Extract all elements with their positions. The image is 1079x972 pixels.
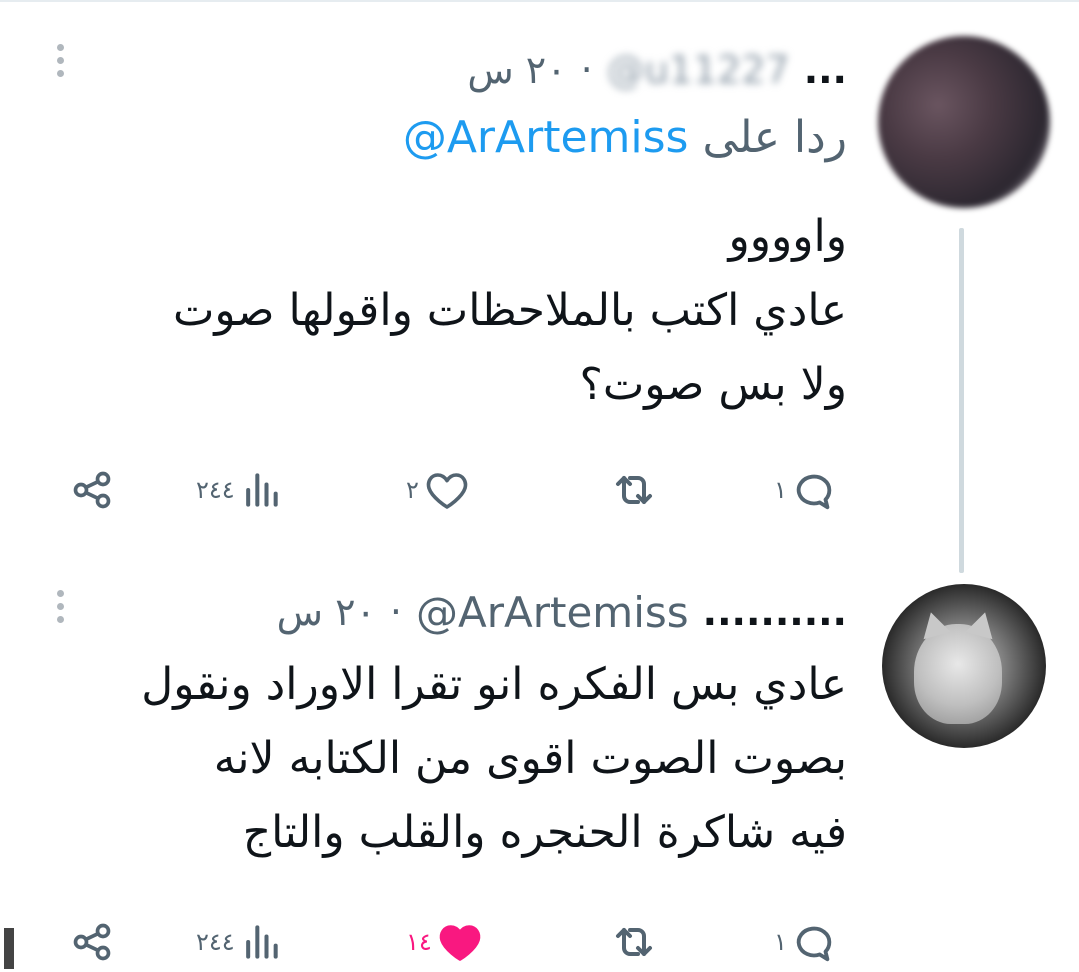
more-vertical-icon[interactable]	[52, 590, 68, 623]
user-handle[interactable]: @ArArtemiss	[416, 588, 689, 637]
views-count: ٢٤٤	[196, 928, 235, 956]
retweet-icon	[616, 476, 652, 504]
tweet-actions: ٢٤٤ ١٤ ١	[70, 912, 860, 972]
reply-button[interactable]: ١	[774, 460, 837, 520]
like-button[interactable]: ١٤	[406, 912, 484, 972]
tweet-text-line: فيه شاكرة الحنجره والقلب والتاج	[242, 807, 847, 858]
like-count: ١٤	[406, 928, 432, 956]
tweet-text-line: واوووو	[728, 211, 847, 262]
reply-count: ١	[774, 928, 787, 956]
replying-to-mention[interactable]: @ArArtemiss	[403, 112, 689, 163]
display-name[interactable]: ..........	[703, 590, 847, 634]
retweet-button[interactable]	[610, 460, 662, 520]
views-icon	[245, 925, 278, 959]
share-button[interactable]	[70, 912, 114, 972]
like-count: ٢	[406, 476, 419, 504]
views-count: ٢٤٤	[196, 476, 235, 504]
avatar[interactable]	[882, 584, 1046, 748]
views-button[interactable]: ٢٤٤	[196, 460, 283, 520]
thread-connector-line	[959, 228, 964, 573]
tweet-text-line: بصوت الصوت اقوى من الكتابه لانه	[213, 733, 847, 784]
views-button[interactable]: ٢٤٤	[196, 912, 283, 972]
scroll-indicator	[4, 928, 14, 969]
replying-to-label: ردا على	[702, 112, 847, 163]
reply-icon	[796, 474, 832, 510]
share-icon	[73, 471, 111, 509]
user-handle[interactable]: @u11227	[607, 48, 790, 92]
display-name[interactable]: ...	[804, 48, 847, 92]
retweet-button[interactable]	[610, 912, 662, 972]
timestamp[interactable]: ٢٠ س	[467, 48, 566, 92]
avatar[interactable]	[878, 36, 1050, 208]
like-icon	[426, 473, 468, 509]
separator-dot: ·	[389, 590, 402, 634]
tweet-actions: ٢٤٤ ٢ ١	[70, 460, 860, 520]
reply-count: ١	[774, 476, 787, 504]
views-icon	[245, 473, 278, 507]
replying-to: ردا على @ArArtemiss	[403, 112, 847, 163]
timestamp[interactable]: ٢٠ س	[277, 590, 376, 634]
separator-dot: ·	[580, 48, 593, 92]
tweet-text: عادي بس الفكره انو تقرا الاوراد ونقول بص…	[141, 648, 847, 870]
tweet-header: ... @u11227 · ٢٠ س	[467, 40, 847, 100]
tweet-text-line: ولا بس صوت؟	[579, 359, 847, 410]
like-button[interactable]: ٢	[406, 460, 471, 520]
tweet-text: واوووو عادي اكتب بالملاحظات واقولها صوت …	[173, 200, 847, 422]
share-button[interactable]	[70, 460, 114, 520]
reply-button[interactable]: ١	[774, 912, 837, 972]
tweet-text-line: عادي بس الفكره انو تقرا الاوراد ونقول	[141, 659, 847, 710]
tweet-text-line: عادي اكتب بالملاحظات واقولها صوت	[172, 285, 847, 336]
retweet-icon	[616, 928, 652, 956]
more-vertical-icon[interactable]	[52, 44, 68, 77]
tweet-header: .......... @ArArtemiss · ٢٠ س	[277, 582, 847, 642]
like-icon	[439, 925, 481, 961]
reply-icon	[796, 926, 832, 962]
share-icon	[73, 923, 111, 961]
cat-image	[914, 624, 1002, 724]
top-divider	[0, 0, 1079, 2]
